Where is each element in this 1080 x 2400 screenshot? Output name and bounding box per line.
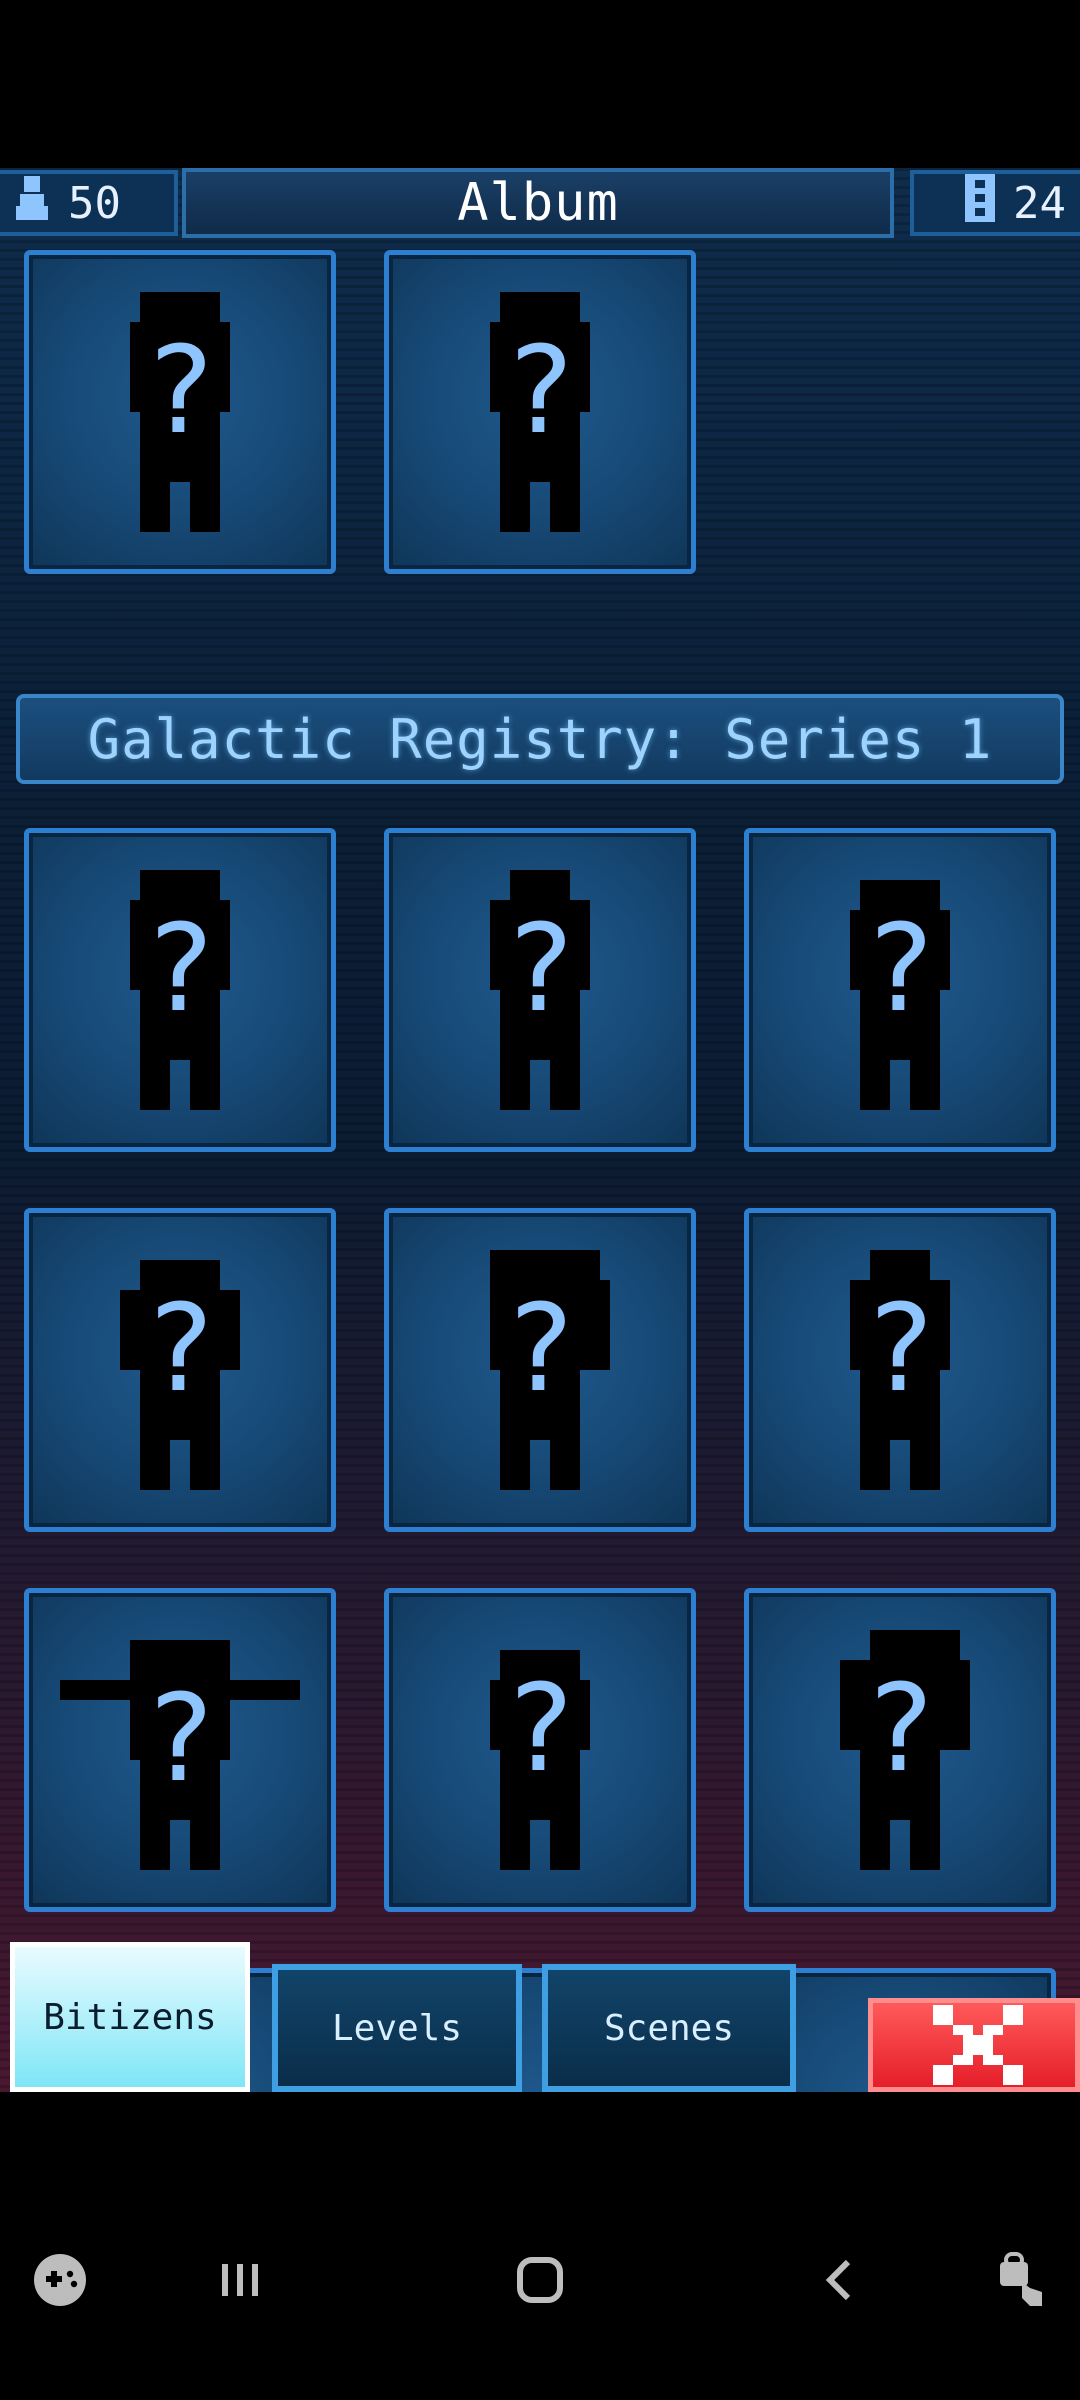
- tab-scenes[interactable]: Scenes: [542, 1964, 796, 2092]
- bitizen-card[interactable]: ?: [384, 828, 696, 1152]
- bitizen-card[interactable]: ?: [384, 250, 696, 574]
- svg-text:?: ?: [504, 1280, 576, 1419]
- svg-text:?: ?: [144, 322, 216, 461]
- silhouette-icon: ?: [850, 1250, 950, 1490]
- silhouette-icon: ?: [840, 1630, 970, 1870]
- home-button[interactable]: [480, 2220, 600, 2340]
- bitizen-card[interactable]: ?: [744, 1588, 1056, 1912]
- svg-text:?: ?: [504, 322, 576, 461]
- bitizen-card[interactable]: ?: [384, 1588, 696, 1912]
- scenes-count-badge: 24: [910, 170, 1080, 236]
- svg-text:?: ?: [144, 1280, 216, 1419]
- bitizen-card[interactable]: ?: [24, 1208, 336, 1532]
- bitizen-card[interactable]: ?: [24, 250, 336, 574]
- bitizens-count-badge: 50: [0, 170, 178, 236]
- svg-text:?: ?: [144, 1670, 216, 1809]
- recent-apps-button[interactable]: [180, 2220, 300, 2340]
- back-icon: [825, 2259, 851, 2301]
- tab-levels-label: Levels: [331, 2007, 463, 2049]
- bitizens-count: 50: [68, 177, 121, 229]
- person-icon: [14, 175, 50, 231]
- close-icon: [933, 2005, 1023, 2085]
- page-title: Album: [182, 168, 894, 238]
- section-banner-text: Galactic Registry: Series 1: [87, 707, 993, 771]
- close-button[interactable]: [868, 1998, 1080, 2092]
- tab-bitizens-label: Bitizens: [43, 1996, 217, 2038]
- back-button[interactable]: [780, 2220, 900, 2340]
- touch-lock-icon: [1000, 2252, 1042, 2306]
- bitizen-card[interactable]: ?: [384, 1208, 696, 1532]
- silhouette-icon: ?: [850, 880, 950, 1110]
- silhouette-icon: ?: [120, 1260, 240, 1490]
- svg-text:?: ?: [864, 900, 936, 1039]
- bitizen-card[interactable]: ?: [24, 1588, 336, 1912]
- system-nav-bar: [0, 2180, 1080, 2380]
- silhouette-icon: ?: [130, 292, 230, 532]
- silhouette-icon: ?: [490, 292, 590, 532]
- silhouette-icon: ?: [490, 1650, 590, 1870]
- gamepad-icon: [34, 2254, 86, 2306]
- svg-text:?: ?: [504, 900, 576, 1039]
- recent-apps-icon: [222, 2264, 258, 2296]
- svg-text:?: ?: [504, 1660, 576, 1799]
- svg-text:?: ?: [864, 1660, 936, 1799]
- tab-levels[interactable]: Levels: [272, 1964, 522, 2092]
- bitizen-card[interactable]: ?: [24, 828, 336, 1152]
- page-title-text: Album: [457, 173, 619, 233]
- silhouette-icon: ?: [60, 1640, 300, 1870]
- home-icon: [517, 2257, 563, 2303]
- silhouette-icon: ?: [130, 870, 230, 1110]
- tab-bitizens[interactable]: Bitizens: [10, 1942, 250, 2092]
- game-launcher-button[interactable]: [0, 2220, 120, 2340]
- bitizen-card[interactable]: ?: [744, 828, 1056, 1152]
- film-icon: [965, 173, 996, 233]
- bitizen-card[interactable]: ?: [744, 1208, 1056, 1532]
- accessibility-button[interactable]: [960, 2220, 1080, 2340]
- section-banner: Galactic Registry: Series 1: [16, 694, 1064, 784]
- silhouette-icon: ?: [490, 1250, 610, 1490]
- svg-text:?: ?: [144, 900, 216, 1039]
- silhouette-icon: ?: [490, 870, 590, 1110]
- scenes-count: 24: [1013, 177, 1066, 229]
- tab-scenes-label: Scenes: [603, 2007, 735, 2049]
- svg-text:?: ?: [864, 1280, 936, 1419]
- top-bar: 50 Album 24: [0, 168, 1080, 246]
- album-screen: 50 Album 24 ? ? Galactic Registry: Serie…: [0, 168, 1080, 2092]
